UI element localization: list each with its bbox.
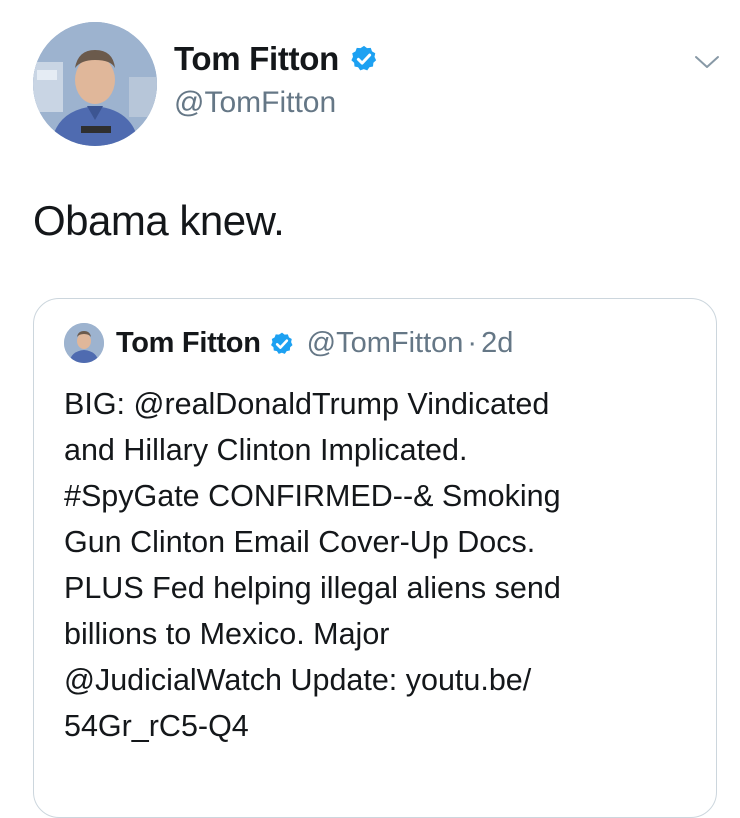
author-name-row[interactable]: Tom Fitton bbox=[174, 40, 379, 78]
quoted-tweet-header: Tom Fitton @TomFitton · 2d bbox=[116, 327, 513, 360]
quoted-tweet-card[interactable]: Tom Fitton @TomFitton · 2d BIG: @realDon… bbox=[33, 298, 717, 818]
author-display-name[interactable]: Tom Fitton bbox=[174, 40, 339, 78]
author-handle[interactable]: @TomFitton bbox=[174, 86, 336, 120]
quoted-text-line: 54Gr_rC5-Q4 bbox=[64, 709, 249, 743]
tweet-text: Obama knew. bbox=[33, 197, 285, 244]
quoted-text-line: #SpyGate CONFIRMED--& Smoking bbox=[64, 479, 561, 513]
quoted-text-line: BIG: @realDonaldTrump Vindicated bbox=[64, 387, 550, 421]
author-avatar[interactable] bbox=[33, 22, 157, 146]
quoted-text-line: Gun Clinton Email Cover-Up Docs. bbox=[64, 525, 536, 559]
verified-badge-icon bbox=[269, 331, 295, 357]
quoted-author-avatar[interactable] bbox=[64, 323, 104, 363]
quoted-tweet-text: BIG: @realDonaldTrump Vindicated and Hil… bbox=[64, 381, 704, 749]
quoted-text-line: and Hillary Clinton Implicated. bbox=[64, 433, 468, 467]
quoted-tweet-timestamp[interactable]: 2d bbox=[481, 327, 513, 360]
quoted-text-line: billions to Mexico. Major bbox=[64, 617, 390, 651]
verified-badge-icon bbox=[349, 44, 379, 74]
quoted-text-line: PLUS Fed helping illegal aliens send bbox=[64, 571, 561, 605]
quoted-text-line: @JudicialWatch Update: youtu.be/ bbox=[64, 663, 532, 697]
chevron-down-icon[interactable] bbox=[694, 52, 720, 72]
avatar-photo bbox=[33, 22, 157, 146]
avatar-photo bbox=[64, 323, 104, 363]
quoted-author-handle[interactable]: @TomFitton bbox=[307, 327, 464, 360]
separator-dot: · bbox=[467, 327, 478, 359]
quoted-author-display-name[interactable]: Tom Fitton bbox=[116, 327, 261, 360]
